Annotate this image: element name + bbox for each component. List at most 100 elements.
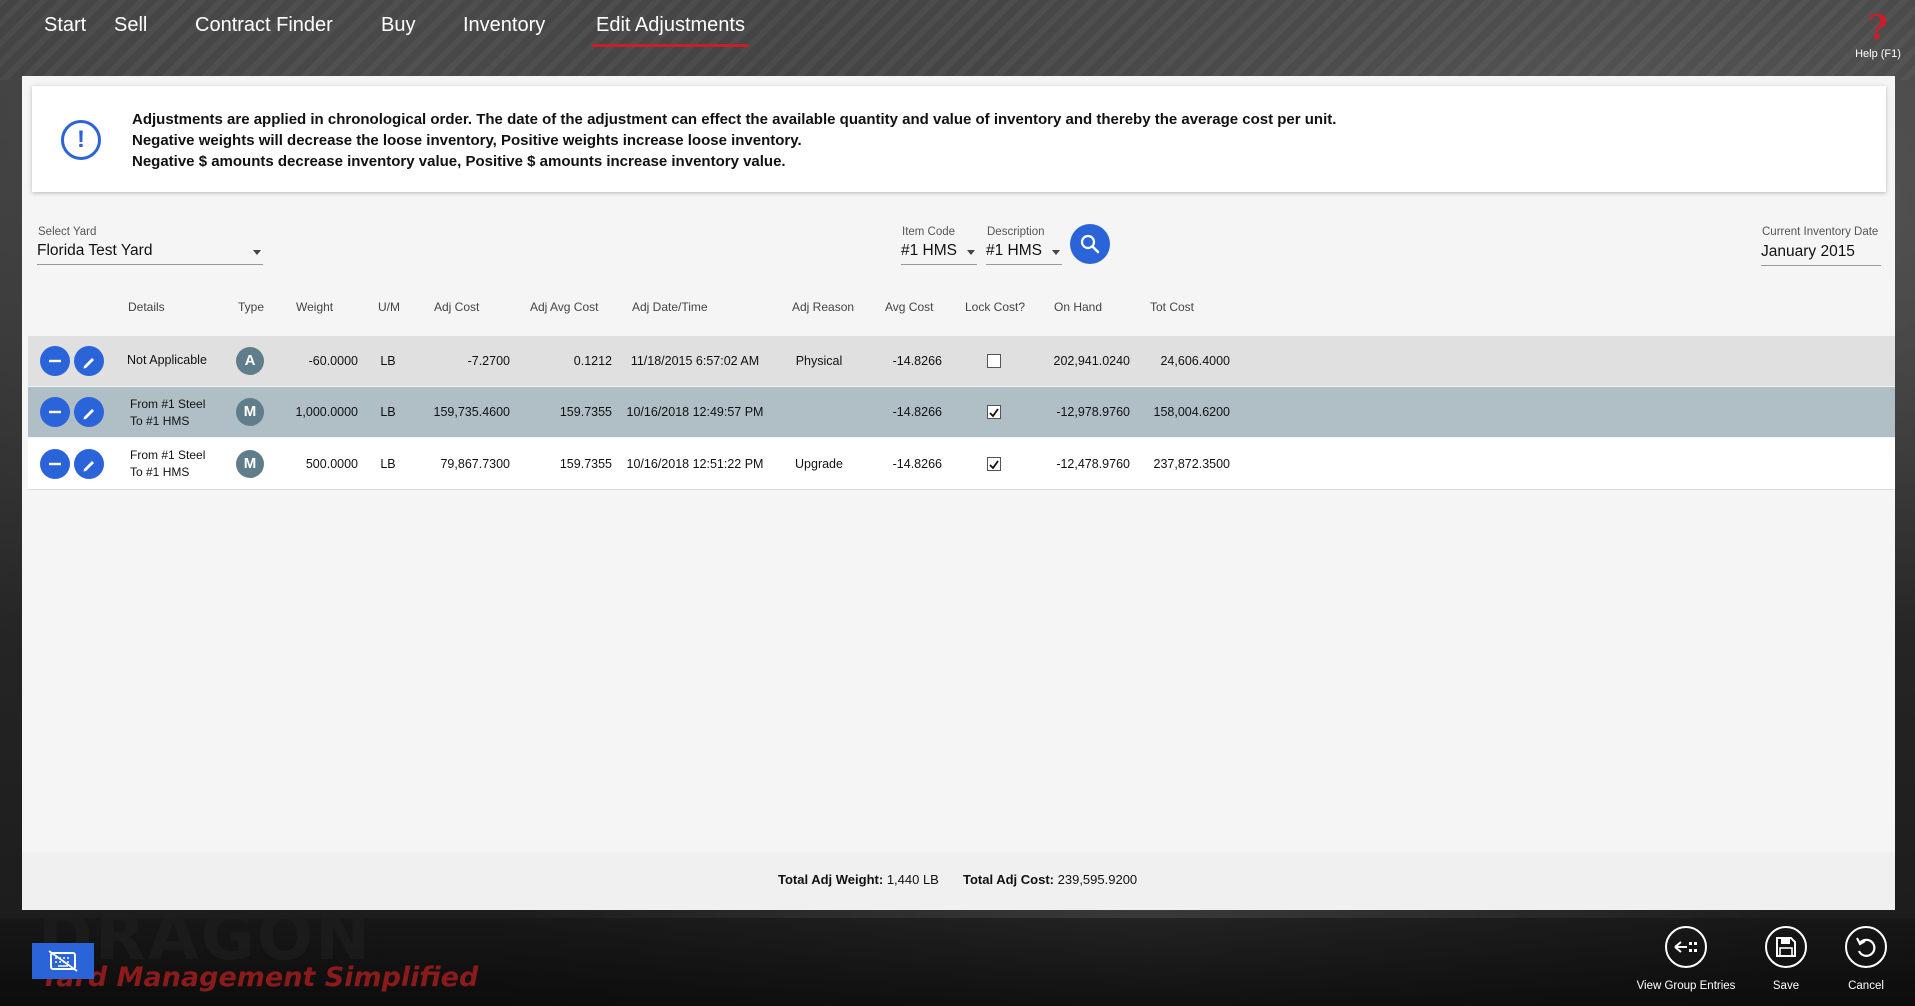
yard-select[interactable]: Florida Test Yard: [37, 242, 263, 265]
total-weight: Total Adj Weight: 1,440 LB: [778, 872, 939, 887]
table-row[interactable]: Not Applicable A -60.0000 LB -7.2700 0.1…: [28, 336, 1895, 386]
keyboard-icon: [48, 950, 78, 972]
table-row[interactable]: From #1 Steel To #1 HMS M 500.0000 LB 79…: [28, 438, 1895, 490]
cell-adj-cost: 79,867.7300: [440, 457, 510, 471]
top-nav: Start Sell Contract Finder Buy Inventory…: [0, 0, 1915, 76]
cell-details: From #1 Steel To #1 HMS: [130, 447, 205, 481]
save-icon: [1765, 926, 1807, 968]
nav-inventory[interactable]: Inventory: [463, 14, 545, 47]
table-header: Details Type Weight U/M Adj Cost Adj Avg…: [28, 283, 1895, 331]
cell-adj-cost: -7.2700: [467, 354, 510, 368]
check-icon: [989, 408, 999, 418]
group-entries-icon: [1665, 926, 1707, 968]
pencil-icon: [83, 358, 94, 369]
details-to: To #1 HMS: [130, 465, 190, 479]
help-icon: ?: [1868, 8, 1888, 48]
info-line-3: Negative $ amounts decrease inventory va…: [132, 153, 786, 170]
col-adj-date: Adj Date/Time: [632, 300, 708, 314]
type-badge: M: [236, 450, 264, 478]
save-button[interactable]: Save: [1756, 926, 1816, 992]
description-label: Description: [987, 226, 1045, 238]
item-code-value: #1 HMS: [901, 242, 957, 259]
col-details: Details: [128, 300, 165, 314]
cancel-button[interactable]: Cancel: [1836, 926, 1896, 992]
cell-tot-cost: 24,606.4000: [1160, 354, 1230, 368]
cell-avg-cost: -14.8266: [892, 457, 942, 471]
keyboard-button[interactable]: [32, 943, 94, 979]
lock-cost-checkbox[interactable]: [987, 457, 1001, 471]
remove-button[interactable]: [40, 346, 70, 376]
remove-button[interactable]: [40, 449, 70, 479]
col-weight: Weight: [296, 300, 334, 314]
cell-adj-date: 10/16/2018 12:51:22 PM: [626, 457, 764, 471]
nav-sell[interactable]: Sell: [114, 14, 147, 47]
col-adj-cost: Adj Cost: [434, 300, 480, 314]
cell-details: From #1 Steel To #1 HMS: [130, 396, 205, 430]
nav-contract-finder[interactable]: Contract Finder: [195, 14, 333, 47]
col-adj-reason: Adj Reason: [792, 300, 855, 314]
col-tot-cost: Tot Cost: [1150, 300, 1195, 314]
edit-button[interactable]: [74, 346, 104, 376]
chevron-down-icon: [967, 250, 975, 255]
col-adj-avg-cost: Adj Avg Cost: [530, 300, 599, 314]
col-on-hand: On Hand: [1054, 300, 1103, 314]
cell-weight: 1,000.0000: [295, 405, 358, 419]
cell-adj-date: 10/16/2018 12:49:57 PM: [626, 405, 764, 419]
cell-avg-cost: -14.8266: [892, 354, 942, 368]
nav-buy[interactable]: Buy: [381, 14, 415, 47]
total-cost-value: 239,595.9200: [1057, 872, 1138, 887]
remove-button[interactable]: [40, 397, 70, 427]
cell-on-hand: -12,978.9760: [1056, 405, 1130, 419]
pencil-icon: [83, 461, 94, 472]
table-row[interactable]: From #1 Steel To #1 HMS M 1,000.0000 LB …: [28, 387, 1895, 437]
total-weight-value: 1,440 LB: [886, 872, 939, 887]
save-label: Save: [1772, 980, 1800, 992]
type-badge: M: [236, 398, 264, 426]
undo-icon: [1845, 926, 1887, 968]
cell-adj-avg-cost: 0.1212: [573, 354, 612, 368]
edit-button[interactable]: [74, 449, 104, 479]
help-button[interactable]: ? Help (F1): [1853, 8, 1903, 60]
cancel-label: Cancel: [1848, 980, 1884, 992]
cell-adj-reason: Physical: [795, 354, 843, 368]
cell-um: LB: [380, 354, 396, 368]
cell-tot-cost: 158,004.6200: [1153, 405, 1230, 419]
col-lock-cost: Lock Cost?: [965, 300, 1026, 314]
check-icon: [989, 460, 999, 470]
cell-weight: 500.0000: [305, 457, 358, 471]
pencil-icon: [83, 409, 94, 420]
item-code-select[interactable]: #1 HMS: [901, 242, 977, 265]
nav-start[interactable]: Start: [44, 14, 86, 47]
description-select[interactable]: #1 HMS: [986, 242, 1062, 265]
lock-cost-checkbox[interactable]: [987, 354, 1001, 368]
main-panel: ! Adjustments are applied in chronologic…: [22, 76, 1895, 910]
inventory-date-field[interactable]: January 2015: [1761, 243, 1881, 266]
cell-adj-date: 11/18/2015 6:57:02 AM: [630, 354, 760, 368]
cell-on-hand: 202,941.0240: [1053, 354, 1130, 368]
edit-button[interactable]: [74, 397, 104, 427]
nav-edit-adjustments[interactable]: Edit Adjustments: [592, 14, 749, 47]
cell-avg-cost: -14.8266: [892, 405, 942, 419]
cell-adj-avg-cost: 159.7355: [559, 457, 612, 471]
info-line-1: Adjustments are applied in chronological…: [132, 111, 1337, 128]
minus-icon: [49, 462, 61, 466]
info-text: Adjustments are applied in chronological…: [132, 109, 1336, 172]
details-to: To #1 HMS: [130, 414, 190, 428]
search-button[interactable]: [1070, 224, 1110, 264]
total-weight-label: Total Adj Weight:: [778, 872, 884, 887]
col-avg-cost: Avg Cost: [885, 300, 934, 314]
cell-adj-cost: 159,735.4600: [433, 405, 510, 419]
details-from: From #1 Steel: [130, 397, 206, 411]
chevron-down-icon: [253, 250, 261, 255]
total-cost: Total Adj Cost: 239,595.9200: [963, 872, 1137, 887]
yard-label: Select Yard: [38, 226, 97, 238]
lock-cost-checkbox[interactable]: [987, 405, 1001, 419]
col-type: Type: [238, 300, 265, 314]
info-card: ! Adjustments are applied in chronologic…: [32, 86, 1886, 192]
cell-on-hand: -12,478.9760: [1056, 457, 1130, 471]
cell-adj-avg-cost: 159.7355: [559, 405, 612, 419]
view-group-entries-button[interactable]: View Group Entries: [1634, 926, 1738, 992]
info-line-2: Negative weights will decrease the loose…: [132, 132, 802, 149]
cell-tot-cost: 237,872.3500: [1153, 457, 1230, 471]
col-um: U/M: [378, 300, 400, 314]
